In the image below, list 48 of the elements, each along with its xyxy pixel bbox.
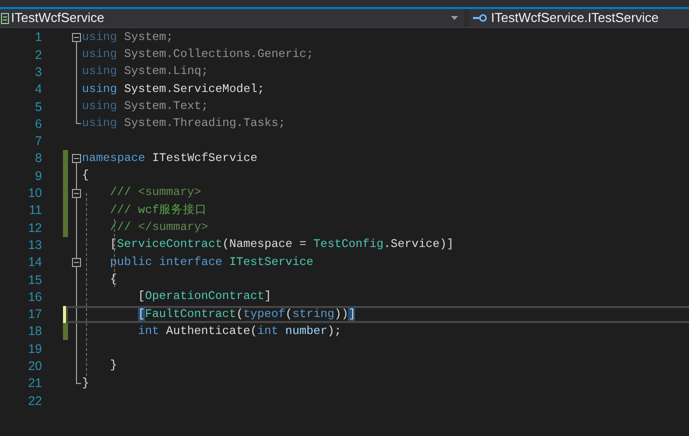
- line-number: 13: [28, 238, 42, 252]
- code-line: /// </summary>: [109, 222, 208, 234]
- line-number: 17: [28, 308, 42, 321]
- code-line: using System.Threading.Tasks;: [82, 118, 286, 130]
- line-number: 14: [28, 256, 42, 269]
- code-line: using System;: [82, 32, 174, 44]
- code-line: /// <summary>: [109, 187, 202, 200]
- line-number: 16: [28, 290, 42, 304]
- member-dropdown[interactable]: ITestWcfService.ITestService: [470, 9, 689, 27]
- line-number: 9: [35, 170, 42, 182]
- line-number: 11: [29, 204, 42, 217]
- code-line: using System.Linq;: [82, 66, 208, 78]
- line-number: 18: [28, 325, 42, 338]
- code-line: [FaultContract(typeof(string))]: [137, 308, 356, 320]
- line-number: 5: [35, 100, 42, 114]
- line-number: 8: [35, 152, 42, 165]
- code-line: [OperationContract]: [137, 291, 272, 303]
- line-number: 21: [28, 377, 42, 390]
- line-number: 3: [35, 66, 42, 78]
- interface-icon: [473, 14, 487, 22]
- line-number: 10: [28, 187, 42, 200]
- code-line: /// wcf服务接口: [109, 204, 208, 216]
- member-label: ITestWcfService.ITestService: [491, 9, 659, 28]
- line-number: 4: [35, 83, 42, 96]
- code-line: using System.Text;: [82, 100, 208, 113]
- line-number: 19: [28, 342, 42, 356]
- code-line: }: [109, 360, 118, 372]
- collapse-icon[interactable]: [72, 184, 81, 202]
- code-line: int Authenticate(int number);: [137, 326, 342, 338]
- line-number: 7: [35, 135, 42, 148]
- project-icon: [1, 12, 9, 24]
- code-line: {: [82, 170, 90, 182]
- code-line: namespace ITestWcfService: [82, 152, 258, 165]
- line-number: 1: [35, 31, 42, 44]
- code-line: }: [82, 378, 90, 390]
- code-line: public interface ITestService: [109, 256, 314, 268]
- code-line: using System.ServiceModel;: [82, 84, 264, 96]
- line-number: 22: [28, 394, 42, 408]
- line-number: 12: [28, 222, 42, 234]
- line-number: 20: [28, 360, 42, 373]
- code-line: using System.Collections.Generic;: [82, 49, 314, 61]
- project-label: ITestWcfService: [11, 9, 104, 28]
- collapse-icon[interactable]: [72, 254, 81, 271]
- line-number: 6: [35, 118, 42, 130]
- line-number: 2: [35, 48, 42, 62]
- caret-icon: [451, 16, 458, 20]
- line-number: 15: [28, 274, 42, 286]
- project-dropdown[interactable]: ITestWcfService: [0, 9, 464, 27]
